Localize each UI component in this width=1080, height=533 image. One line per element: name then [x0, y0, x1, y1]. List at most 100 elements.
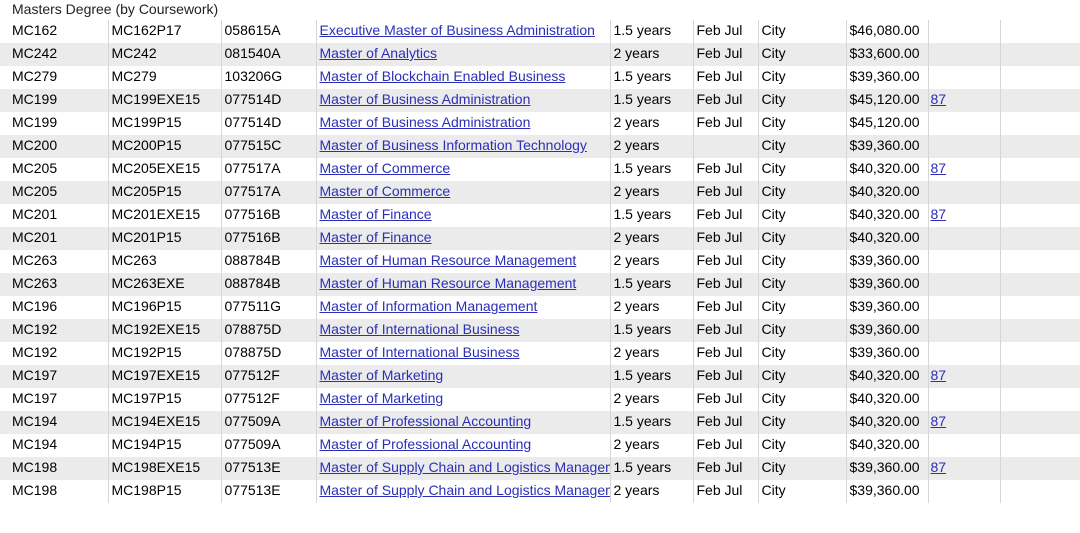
- cricos-code-cell: 077516B: [221, 204, 317, 227]
- program-link[interactable]: Master of Analytics: [320, 45, 438, 61]
- program-link[interactable]: Master of Professional Accounting: [320, 413, 532, 429]
- footnote-link[interactable]: 87: [931, 160, 947, 176]
- cricos-code-cell: 077514D: [221, 89, 317, 112]
- intake-cell: Feb Jul: [693, 457, 759, 480]
- footnote-link[interactable]: 87: [931, 459, 947, 475]
- empty-cell: [1000, 112, 1080, 135]
- plan-code-cell: MC200P15: [108, 135, 222, 158]
- program-link[interactable]: Master of Marketing: [320, 390, 444, 406]
- footnote-cell: [928, 388, 1001, 411]
- course-code-cell: MC197: [0, 365, 109, 388]
- empty-cell: [1000, 388, 1080, 411]
- intake-cell: Feb Jul: [693, 20, 759, 43]
- fee-cell: $40,320.00: [846, 227, 929, 250]
- duration-cell: 1.5 years: [610, 89, 694, 112]
- duration-cell: 2 years: [610, 43, 694, 66]
- cricos-code-cell: 077515C: [221, 135, 317, 158]
- cricos-code-cell: 077516B: [221, 227, 317, 250]
- table-row: MC200 MC200P15 077515C Master of Business I…: [0, 135, 1080, 158]
- program-name-cell: Master of Marketing: [316, 365, 611, 388]
- program-name-cell: Master of Information Management: [316, 296, 611, 319]
- program-link[interactable]: Master of International Business: [320, 321, 520, 337]
- empty-cell: [1000, 365, 1080, 388]
- fee-cell: $39,360.00: [846, 250, 929, 273]
- fee-cell: $39,360.00: [846, 135, 929, 158]
- program-link[interactable]: Master of Supply Chain and Logistics Man…: [320, 459, 610, 475]
- plan-code-cell: MC198P15: [108, 480, 222, 503]
- duration-cell: 1.5 years: [610, 457, 694, 480]
- course-code-cell: MC196: [0, 296, 109, 319]
- program-link[interactable]: Master of Commerce: [320, 183, 451, 199]
- course-code-cell: MC242: [0, 43, 109, 66]
- intake-cell: Feb Jul: [693, 273, 759, 296]
- footnote-cell: [928, 43, 1001, 66]
- program-link[interactable]: Master of Human Resource Management: [320, 252, 577, 268]
- program-link[interactable]: Master of Human Resource Management: [320, 275, 577, 291]
- program-link[interactable]: Master of Marketing: [320, 367, 444, 383]
- footnote-link[interactable]: 87: [931, 413, 947, 429]
- fee-cell: $39,360.00: [846, 342, 929, 365]
- intake-cell: Feb Jul: [693, 43, 759, 66]
- program-name-cell: Master of Business Information Technolog…: [316, 135, 611, 158]
- fee-amount: $39,360.00: [849, 482, 920, 498]
- empty-cell: [1000, 89, 1080, 112]
- fee-amount: $40,320.00: [849, 183, 920, 199]
- fee-amount: $46,080.00: [849, 22, 920, 38]
- programs-table-body: MC162 MC162P17 058615A Executive Master of …: [0, 20, 1080, 503]
- cricos-code-cell: 077511G: [221, 296, 317, 319]
- duration-cell: 1.5 years: [610, 319, 694, 342]
- footnote-cell: [928, 319, 1001, 342]
- program-link[interactable]: Master of Professional Accounting: [320, 436, 532, 452]
- plan-code-cell: MC242: [108, 43, 222, 66]
- program-name-cell: Master of Human Resource Management: [316, 273, 611, 296]
- footnote-cell: [928, 273, 1001, 296]
- plan-code-cell: MC162P17: [108, 20, 222, 43]
- program-link[interactable]: Executive Master of Business Administrat…: [320, 22, 595, 38]
- program-name-cell: Executive Master of Business Administrat…: [316, 20, 611, 43]
- program-link[interactable]: Master of Supply Chain and Logistics Man…: [320, 482, 610, 498]
- campus-cell: City: [758, 434, 847, 457]
- cricos-code-cell: 077514D: [221, 112, 317, 135]
- program-name-cell: Master of Business Administration: [316, 112, 611, 135]
- plan-code-cell: MC197EXE15: [108, 365, 222, 388]
- fee-amount: $33,600.00: [849, 45, 920, 61]
- course-code-cell: MC194: [0, 434, 109, 457]
- table-row: MC201 MC201P15 077516B Master of Finance 2 y…: [0, 227, 1080, 250]
- program-link[interactable]: Master of Finance: [320, 229, 432, 245]
- duration-cell: 2 years: [610, 342, 694, 365]
- campus-cell: City: [758, 365, 847, 388]
- course-code-cell: MC192: [0, 342, 109, 365]
- program-link[interactable]: Master of Business Administration: [320, 114, 531, 130]
- cricos-code-cell: 103206G: [221, 66, 317, 89]
- cricos-code-cell: 077509A: [221, 411, 317, 434]
- intake-cell: Feb Jul: [693, 181, 759, 204]
- empty-cell: [1000, 135, 1080, 158]
- fee-cell: $40,320.00: [846, 365, 929, 388]
- cricos-code-cell: 077512F: [221, 365, 317, 388]
- table-row: MC194 MC194P15 077509A Master of Profession…: [0, 434, 1080, 457]
- program-link[interactable]: Master of Commerce: [320, 160, 451, 176]
- plan-code-cell: MC199P15: [108, 112, 222, 135]
- program-name-cell: Master of International Business: [316, 319, 611, 342]
- cricos-code-cell: 077513E: [221, 480, 317, 503]
- plan-code-cell: MC197P15: [108, 388, 222, 411]
- plan-code-cell: MC194P15: [108, 434, 222, 457]
- program-link[interactable]: Master of Business Information Technolog…: [320, 137, 587, 153]
- plan-code-cell: MC201P15: [108, 227, 222, 250]
- footnote-link[interactable]: 87: [931, 206, 947, 222]
- program-link[interactable]: Master of Information Management: [320, 298, 538, 314]
- footnote-cell: [928, 20, 1001, 43]
- program-link[interactable]: Master of Finance: [320, 206, 432, 222]
- intake-cell: Feb Jul: [693, 365, 759, 388]
- footnote-link[interactable]: 87: [931, 367, 947, 383]
- footnote-cell: [928, 250, 1001, 273]
- duration-cell: 1.5 years: [610, 20, 694, 43]
- footnote-link[interactable]: 87: [931, 91, 947, 107]
- program-link[interactable]: Master of Business Administration: [320, 91, 531, 107]
- fee-cell: $39,360.00: [846, 66, 929, 89]
- program-name-cell: Master of Professional Accounting: [316, 434, 611, 457]
- campus-cell: City: [758, 296, 847, 319]
- program-link[interactable]: Master of International Business: [320, 344, 520, 360]
- program-link[interactable]: Master of Blockchain Enabled Business: [320, 68, 566, 84]
- fee-amount: $39,360.00: [849, 298, 920, 314]
